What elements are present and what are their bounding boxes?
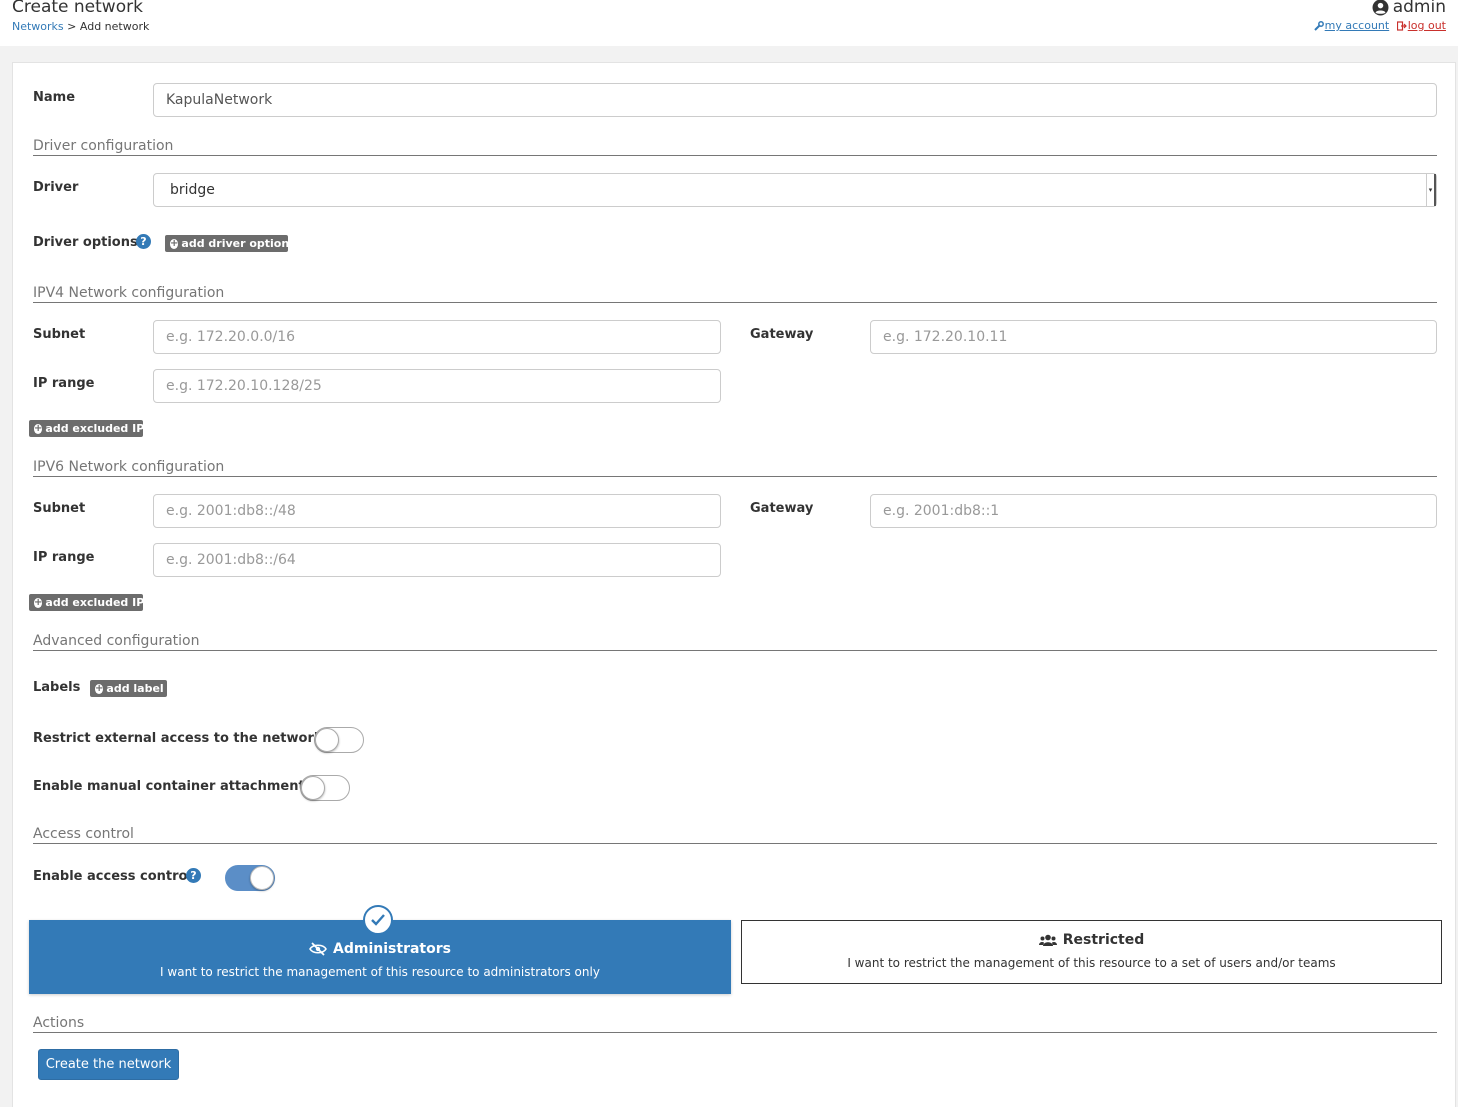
driver-options-label: Driver options — [33, 235, 138, 250]
page-title: Create network — [12, 0, 143, 17]
add-label-text: add label — [106, 682, 164, 695]
question-circle-icon[interactable]: ? — [136, 234, 151, 249]
plus-circle-icon: + — [34, 422, 43, 434]
user-block: admin my account log out — [1313, 0, 1446, 32]
chevron-down-icon: ▾ — [1426, 174, 1436, 206]
user-name: admin — [1314, 0, 1446, 17]
labels-label: Labels — [33, 680, 81, 695]
manual-attach-toggle[interactable] — [300, 775, 350, 801]
selected-check-icon — [363, 905, 393, 935]
section-driver-configuration: Driver configuration — [33, 138, 1437, 156]
plus-circle-icon: + — [95, 682, 104, 694]
user-links: my account log out — [1313, 19, 1446, 32]
restricted-option[interactable]: Restricted I want to restrict the manage… — [741, 920, 1442, 984]
ipv6-subnet-input[interactable]: e.g. 2001:db8::/48 — [153, 494, 721, 528]
section-actions: Actions — [33, 1015, 1437, 1033]
log-out-link[interactable]: log out — [1408, 19, 1446, 32]
add-label-button[interactable]: + add label — [90, 680, 167, 697]
toggle-knob — [301, 776, 325, 800]
name-input[interactable]: KapulaNetwork — [153, 83, 1437, 117]
ipv4-iprange-input[interactable]: e.g. 172.20.10.128/25 — [153, 369, 721, 403]
user-circle-icon — [1372, 0, 1389, 15]
users-icon — [1038, 934, 1057, 946]
ipv4-iprange-label: IP range — [33, 376, 95, 391]
ipv4-add-excluded-label: add excluded IP — [45, 422, 145, 435]
driver-label: Driver — [33, 180, 79, 195]
name-label: Name — [33, 90, 76, 105]
ipv6-gateway-input[interactable]: e.g. 2001:db8::1 — [870, 494, 1437, 528]
toggle-knob — [250, 866, 274, 890]
manual-attach-label: Enable manual container attachment — [33, 779, 305, 794]
enable-access-label: Enable access control — [33, 869, 192, 884]
question-circle-icon[interactable]: ? — [186, 868, 201, 883]
ipv4-subnet-label: Subnet — [33, 327, 86, 342]
wrench-icon — [1313, 21, 1324, 31]
toggle-knob — [315, 728, 339, 752]
section-ipv6-configuration: IPV6 Network configuration — [33, 459, 1437, 477]
section-advanced-configuration: Advanced configuration — [33, 633, 1437, 651]
top-bar: Create network Networks > Add network ad… — [0, 0, 1458, 46]
plus-circle-icon: + — [170, 237, 179, 249]
driver-select-value: bridge — [170, 182, 215, 198]
breadcrumb-networks-link[interactable]: Networks — [12, 20, 64, 33]
administrators-title-text: Administrators — [333, 941, 451, 957]
breadcrumb-separator: > — [67, 20, 77, 33]
ipv4-gateway-input[interactable]: e.g. 172.20.10.11 — [870, 320, 1437, 354]
eye-slash-icon — [309, 942, 327, 956]
username-text: admin — [1392, 0, 1446, 17]
restrict-external-label: Restrict external access to the network — [33, 731, 323, 746]
ipv6-iprange-label: IP range — [33, 550, 95, 565]
enable-access-toggle[interactable] — [225, 865, 275, 891]
restrict-external-toggle[interactable] — [314, 727, 364, 753]
administrators-desc: I want to restrict the management of thi… — [160, 965, 600, 979]
section-ipv4-configuration: IPV4 Network configuration — [33, 285, 1437, 303]
sign-out-icon — [1396, 21, 1407, 31]
restricted-title: Restricted — [742, 932, 1441, 948]
ipv6-add-excluded-ip-button[interactable]: + add excluded IP — [29, 594, 145, 611]
administrators-title: Administrators — [29, 941, 731, 957]
ipv4-gateway-label: Gateway — [750, 327, 814, 342]
create-network-button[interactable]: Create the network — [38, 1049, 179, 1080]
my-account-link[interactable]: my account — [1325, 19, 1390, 32]
ipv6-gateway-label: Gateway — [750, 501, 814, 516]
add-driver-option-label: add driver option — [181, 237, 290, 250]
restricted-title-text: Restricted — [1062, 932, 1145, 948]
ipv4-subnet-input[interactable]: e.g. 172.20.0.0/16 — [153, 320, 721, 354]
breadcrumb: Networks > Add network — [12, 20, 149, 33]
restricted-desc: I want to restrict the management of thi… — [847, 956, 1336, 970]
ipv6-iprange-input[interactable]: e.g. 2001:db8::/64 — [153, 543, 721, 577]
section-access-control: Access control — [33, 826, 1437, 844]
ipv4-add-excluded-ip-button[interactable]: + add excluded IP — [29, 420, 145, 437]
breadcrumb-current: Add network — [79, 20, 150, 33]
form-panel: Name KapulaNetwork Driver configuration … — [12, 62, 1456, 1107]
driver-select[interactable]: bridge ▾ — [153, 173, 1437, 207]
ipv6-add-excluded-label: add excluded IP — [45, 596, 145, 609]
ipv6-subnet-label: Subnet — [33, 501, 86, 516]
plus-circle-icon: + — [34, 596, 43, 608]
add-driver-option-button[interactable]: + add driver option — [165, 235, 290, 252]
